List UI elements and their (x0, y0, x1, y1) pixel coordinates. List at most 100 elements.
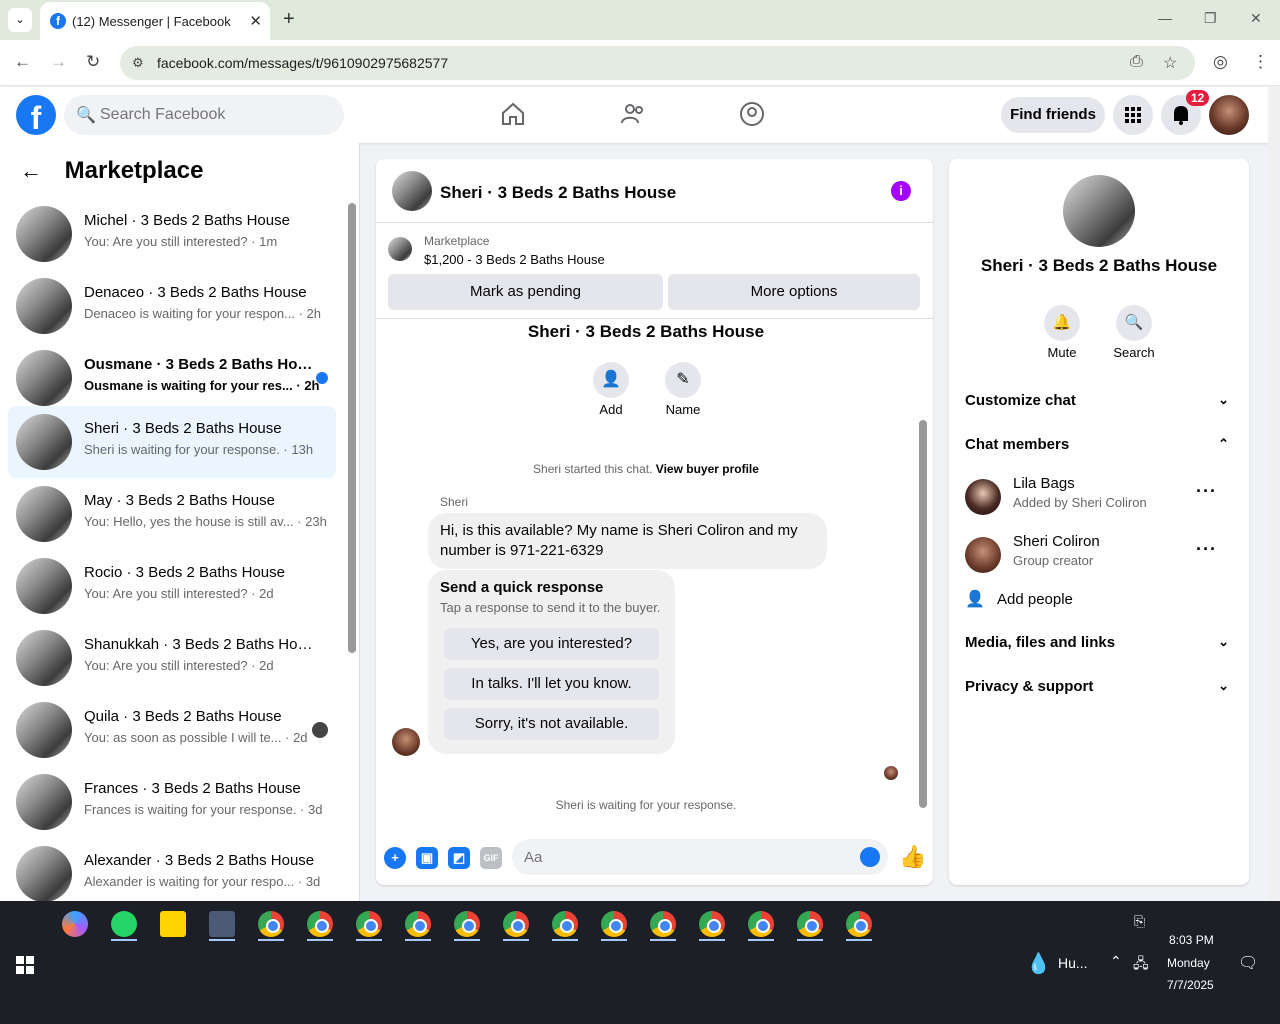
view-buyer-profile-link[interactable]: View buyer profile (656, 462, 759, 476)
chrome-icon[interactable] (503, 911, 529, 937)
chrome-icon[interactable] (748, 911, 774, 937)
chrome-icon[interactable] (454, 911, 480, 937)
conversation-name: Alexander · 3 Beds 2 Baths House (84, 852, 315, 869)
message-bubble[interactable]: Hi, is this available? My name is Sheri … (428, 513, 827, 569)
chat-title[interactable]: Sheri · 3 Beds 2 Baths House (440, 183, 676, 203)
close-tab-icon[interactable]: ✕ (249, 12, 262, 30)
member-row[interactable]: Sheri Coliron Group creator ··· (965, 533, 1233, 583)
clock-day[interactable]: Monday (1167, 956, 1210, 970)
more-options-icon[interactable]: ··· (1196, 481, 1217, 502)
conversation-item[interactable]: Rocio · 3 Beds 2 Baths House You: Are yo… (8, 550, 336, 622)
mute-bell-icon[interactable]: 🔔 (1044, 305, 1080, 341)
weather-drop-icon[interactable]: 💧 (1026, 951, 1051, 976)
browser-tab[interactable]: f (12) Messenger | Facebook ✕ (40, 2, 270, 40)
more-options-icon[interactable]: ··· (1196, 539, 1217, 560)
sticker-icon[interactable]: ◩ (448, 847, 470, 869)
more-actions-icon[interactable]: + (384, 847, 406, 869)
notification-badge: 12 (1186, 90, 1210, 106)
sticky-notes-icon[interactable] (160, 911, 186, 937)
chrome-icon[interactable] (552, 911, 578, 937)
add-people-button[interactable]: 👤 Add people (965, 589, 1073, 609)
url-field[interactable]: ⚙ facebook.com/messages/t/96109029756825… (120, 46, 1195, 80)
listing-thumbnail[interactable] (388, 237, 412, 261)
clock-time[interactable]: 8:03 PM (1169, 933, 1214, 947)
copilot-icon[interactable] (62, 911, 88, 937)
close-window-icon[interactable]: ✕ (1250, 10, 1262, 27)
conversation-item[interactable]: May · 3 Beds 2 Baths House You: Hello, y… (8, 478, 336, 550)
listing-title[interactable]: $1,200 - 3 Beds 2 Baths House (424, 252, 605, 267)
chrome-icon[interactable] (405, 911, 431, 937)
find-friends-button[interactable]: Find friends (1001, 97, 1105, 133)
conversation-item-active[interactable]: Sheri · 3 Beds 2 Baths House Sheri is wa… (8, 406, 336, 478)
conversation-item[interactable]: Shanukkah · 3 Beds 2 Baths House You: Ar… (8, 622, 336, 694)
back-arrow-icon[interactable]: ← (20, 158, 42, 183)
page-scrollbar[interactable] (1268, 87, 1280, 901)
tab-search-button[interactable]: ⌄ (8, 8, 32, 32)
network-icon[interactable]: 🖧 (1133, 953, 1149, 977)
back-icon[interactable]: ← (14, 52, 31, 72)
quick-response-option[interactable]: Yes, are you interested? (444, 628, 659, 660)
show-hidden-icons-icon[interactable]: ⌃ (1110, 953, 1122, 970)
reload-icon[interactable]: ↻ (86, 52, 100, 72)
conversation-item[interactable]: Alexander · 3 Beds 2 Baths House Alexand… (8, 838, 336, 901)
info-icon[interactable]: i (891, 181, 911, 201)
conversation-item[interactable]: Ousmane · 3 Beds 2 Baths Hou... Ousmane … (8, 342, 336, 414)
menu-grid-icon[interactable] (1113, 95, 1153, 135)
message-input[interactable] (512, 839, 888, 875)
search-chat-icon[interactable]: 🔍 (1116, 305, 1152, 341)
search-input[interactable] (100, 95, 330, 135)
restore-icon[interactable]: ❐ (1204, 10, 1217, 27)
edit-name-icon[interactable]: ✎ (665, 362, 701, 398)
facebook-search[interactable]: 🔍 (64, 95, 344, 135)
chrome-icon[interactable] (356, 911, 382, 937)
chrome-icon[interactable] (846, 911, 872, 937)
mark-as-pending-button[interactable]: Mark as pending (388, 274, 663, 310)
quick-response-option[interactable]: In talks. I'll let you know. (444, 668, 659, 700)
new-tab-button[interactable]: + (283, 8, 295, 31)
conversation-item[interactable]: Denaceo · 3 Beds 2 Baths House Denaceo i… (8, 270, 336, 342)
friends-icon[interactable] (620, 101, 646, 127)
forward-icon[interactable]: → (50, 52, 67, 72)
customize-chat-row[interactable]: Customize chat ⌄ (965, 392, 1233, 416)
install-app-icon[interactable]: ⎙ (1130, 53, 1143, 71)
emoji-icon[interactable] (860, 847, 880, 867)
weather-text[interactable]: Hu... (1058, 955, 1088, 971)
windows-start-icon[interactable] (16, 956, 34, 974)
chrome-icon[interactable] (797, 911, 823, 937)
chrome-icon[interactable] (601, 911, 627, 937)
facebook-logo-icon[interactable]: f (16, 95, 56, 136)
site-info-icon[interactable]: ⚙ (132, 55, 144, 71)
account-avatar[interactable] (1209, 95, 1249, 135)
browser-menu-icon[interactable]: ⋮ (1252, 52, 1269, 72)
minimize-icon[interactable]: — (1158, 10, 1172, 26)
gif-icon[interactable]: GIF (480, 847, 502, 869)
media-files-links-row[interactable]: Media, files and links ⌄ (965, 634, 1233, 658)
more-options-button[interactable]: More options (668, 274, 920, 310)
chrome-icon[interactable] (699, 911, 725, 937)
member-row[interactable]: Lila Bags Added by Sheri Coliron ··· (965, 475, 1233, 525)
notification-center-icon[interactable]: 🗨 (1238, 953, 1258, 973)
chrome-icon[interactable] (258, 911, 284, 937)
add-person-icon[interactable]: 👤 (593, 362, 629, 398)
chrome-icon[interactable] (307, 911, 333, 937)
chat-members-row[interactable]: Chat members ⌃ (965, 436, 1233, 460)
list-scrollbar[interactable] (348, 203, 356, 653)
profile-icon[interactable]: ◎ (1213, 52, 1228, 72)
privacy-support-row[interactable]: Privacy & support ⌄ (965, 678, 1233, 702)
chat-avatar[interactable] (392, 171, 432, 211)
quick-response-option[interactable]: Sorry, it's not available. (444, 708, 659, 740)
whatsapp-icon[interactable] (111, 911, 137, 937)
bookmark-star-icon[interactable]: ☆ (1163, 53, 1177, 73)
conversation-item[interactable]: Quila · 3 Beds 2 Baths House You: as soo… (8, 694, 336, 766)
chrome-icon[interactable] (650, 911, 676, 937)
groups-icon[interactable] (739, 101, 765, 127)
conversation-item[interactable]: Michel · 3 Beds 2 Baths House You: Are y… (8, 198, 336, 270)
home-icon[interactable] (500, 101, 526, 127)
thread-scrollbar[interactable] (919, 420, 927, 808)
clock-date[interactable]: 7/7/2025 (1167, 978, 1214, 992)
attach-media-icon[interactable]: ▣ (416, 847, 438, 869)
snipping-tool-icon[interactable] (209, 911, 235, 937)
thumbs-up-icon[interactable]: 👍 (899, 844, 926, 870)
conversation-item[interactable]: Frances · 3 Beds 2 Baths House Frances i… (8, 766, 336, 838)
phone-link-icon[interactable]: ⎘ (1134, 913, 1145, 930)
